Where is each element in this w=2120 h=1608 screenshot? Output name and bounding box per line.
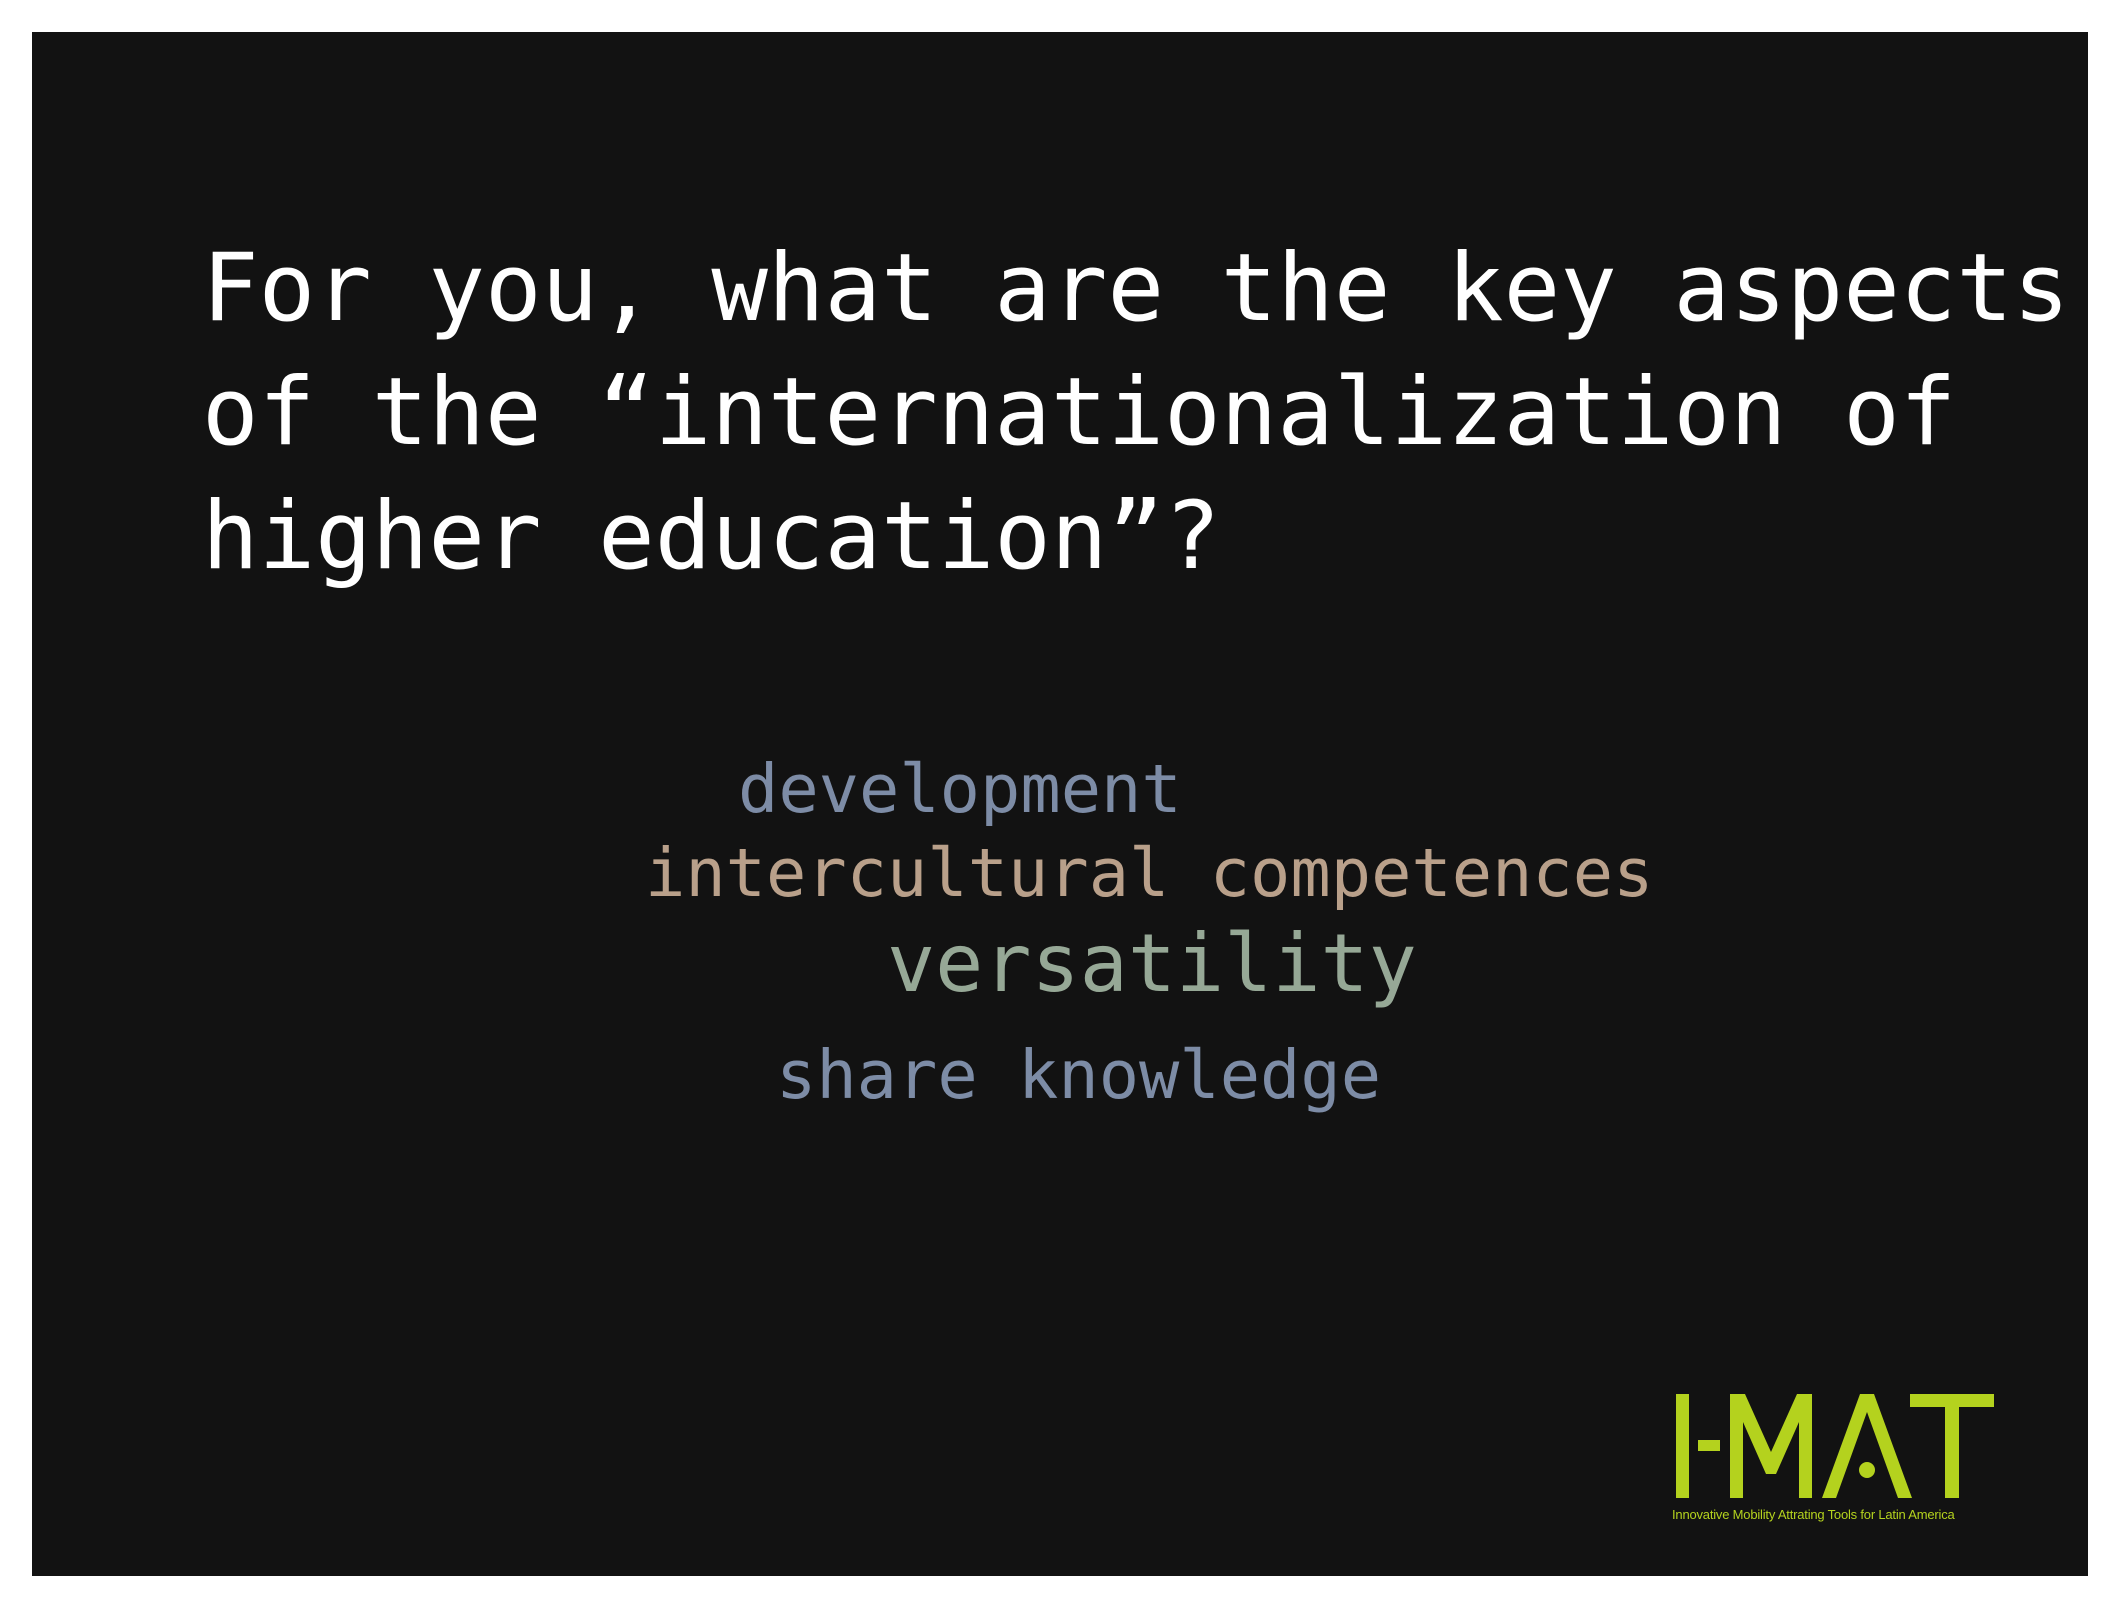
imat-logo: Innovative Mobility Attrating Tools for … [1672, 1374, 2002, 1524]
question-line-2: of the “internationalization of [202, 358, 1957, 467]
question-line-3: higher education”? [202, 482, 1221, 591]
slide: For you, what are the key aspects of the… [32, 32, 2088, 1576]
question-heading: For you, what are the key aspects of the… [202, 227, 2070, 599]
imat-logo-tagline: Innovative Mobility Attrating Tools for … [1672, 1507, 1955, 1522]
imat-logo-mark [1676, 1394, 1994, 1498]
word-development: development [738, 750, 1182, 828]
word-versatility: versatility [887, 917, 1417, 1010]
word-intercultural-competences: intercultural competences [645, 834, 1654, 912]
word-share-knowledge: share knowledge [776, 1036, 1382, 1114]
question-line-1: For you, what are the key aspects [202, 234, 2070, 343]
